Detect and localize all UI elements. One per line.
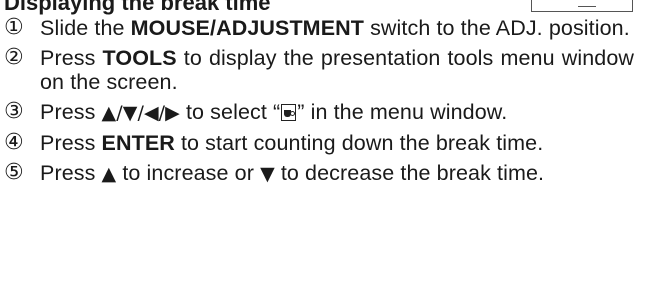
step-text-mid: to increase or — [116, 161, 261, 185]
step-text: Press TOOLS to display the presentation … — [40, 46, 634, 94]
step-text-mid: to select “ — [179, 100, 281, 124]
step-text: Slide the MOUSE/ADJUSTMENT switch to the… — [40, 16, 634, 40]
step-number: ③ — [4, 99, 24, 124]
instruction-steps: ① Slide the MOUSE/ADJUSTMENT switch to t… — [4, 16, 634, 192]
key-label-mouse-adjustment: MOUSE/ADJUSTMENT — [130, 16, 364, 40]
illustration-line — [578, 6, 596, 7]
step-text-pre: Press — [40, 131, 102, 155]
key-label-tools: TOOLS — [102, 46, 177, 70]
step-text: Press ▲/▼/◀/▶ to select “ ” in the menu w… — [40, 100, 634, 125]
step-number: ① — [4, 15, 24, 40]
step-text: Press ENTER to start counting down the b… — [40, 131, 634, 155]
step-text-pre: Press — [40, 100, 102, 124]
section-heading: Displaying the break time — [4, 0, 271, 15]
step-2: ② Press TOOLS to display the presentatio… — [4, 45, 634, 95]
up-arrow-icon: ▲ — [101, 163, 117, 185]
down-arrow-icon: ▼ — [260, 163, 275, 185]
step-text-post: to decrease the break time. — [274, 161, 545, 185]
step-text: Press ▲ to increase or ▼ to decrease the… — [40, 161, 634, 186]
step-3: ③ Press ▲/▼/◀/▶ to select “ ” in the menu… — [4, 100, 634, 125]
step-text-pre: Press — [40, 46, 103, 70]
illustration-frame — [531, 0, 633, 12]
key-label-enter: ENTER — [101, 131, 175, 155]
coffee-cup-icon — [281, 104, 297, 121]
step-number: ④ — [4, 130, 24, 155]
step-number: ② — [4, 45, 24, 70]
step-4: ④ Press ENTER to start counting down the… — [4, 130, 634, 156]
step-5: ⑤ Press ▲ to increase or ▼ to decrease t… — [4, 161, 634, 186]
arrow-keys-icon: ▲/▼/◀/▶ — [101, 102, 180, 124]
step-text-post: to start counting down the break time. — [174, 131, 544, 155]
step-number: ⑤ — [4, 160, 24, 185]
step-1: ① Slide the MOUSE/ADJUSTMENT switch to t… — [4, 15, 634, 41]
step-text-post: ” in the menu window. — [297, 100, 508, 124]
step-text-pre: Slide the — [40, 16, 131, 40]
step-text-pre: Press — [40, 161, 102, 185]
step-text-post: switch to the ADJ. position. — [364, 16, 630, 40]
